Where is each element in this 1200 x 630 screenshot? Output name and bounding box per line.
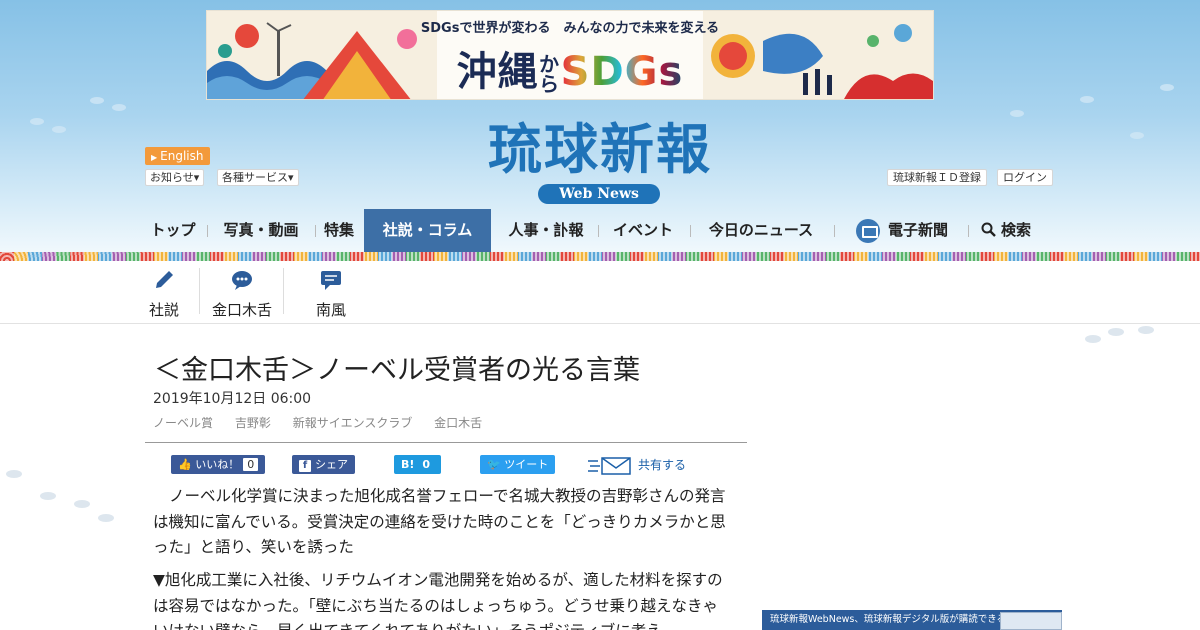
notice-dropdown[interactable]: お知らせ▾: [145, 169, 205, 186]
subnav-separator: [283, 268, 284, 314]
fish-decoration: [1010, 110, 1024, 117]
decorative-pattern-strip: [0, 252, 1200, 261]
nav-separator: [207, 225, 208, 237]
mail-share-link[interactable]: 共有する: [588, 454, 686, 476]
hatena-bookmark-button[interactable]: B! 0: [394, 455, 442, 474]
sdgs-banner-ad[interactable]: SDGsで世界が変わる みんなの力で未来を変える 沖縄からSDGs: [206, 10, 934, 100]
like-count: 0: [243, 458, 259, 471]
mail-share-label: 共有する: [638, 458, 687, 472]
pen-icon: [156, 271, 173, 288]
english-link[interactable]: ▶ English: [145, 147, 210, 165]
fish-decoration: [52, 126, 66, 133]
banner-title: 沖縄からSDGs: [207, 39, 933, 97]
subnav-kinkou-mokuzetsu-label: 金口木舌: [211, 301, 272, 319]
site-logo[interactable]: 琉球新報: [450, 118, 750, 180]
search-icon: [981, 222, 996, 237]
subnav-nanpu[interactable]: 南風: [311, 268, 351, 319]
banner-tagline: SDGsで世界が変わる みんなの力で未来を変える: [420, 21, 720, 36]
side-ad-banner[interactable]: 琉球新報WebNews、琉球新報デジタル版が購読できる: [762, 610, 1062, 630]
facebook-share-button[interactable]: f シェア: [292, 455, 355, 474]
nav-editorial-column[interactable]: 社説・コラム: [364, 209, 491, 252]
tag-link[interactable]: 金口木舌: [434, 416, 482, 430]
message-icon: [321, 271, 341, 290]
tweet-button[interactable]: 🐦 ツイート: [480, 455, 556, 474]
banner-title-sdgs: SDGs: [560, 49, 684, 95]
tag-link[interactable]: ノーベル賞: [153, 416, 213, 430]
nav-special[interactable]: 特集: [321, 209, 357, 252]
hatena-label: B!: [401, 458, 415, 471]
article-paragraph: ▼旭化成工業に入社後、リチウムイオン電池開発を始めるが、適した材料を探すのは容易…: [153, 571, 723, 630]
article-date: 2019年10月12日 06:00: [153, 391, 312, 407]
site-logo-sub[interactable]: Web News: [538, 184, 660, 204]
fish-decoration: [30, 118, 44, 125]
nav-separator: [968, 225, 969, 237]
side-ad-thumbnail: [1000, 612, 1062, 630]
envelope-icon: [588, 456, 631, 475]
nav-separator: [598, 225, 599, 237]
play-triangle-icon: ▶: [151, 153, 158, 162]
tweet-label: ツイート: [504, 458, 549, 471]
fish-decoration: [1080, 96, 1094, 103]
fish-decoration: [6, 470, 22, 478]
fish-decoration: [1160, 84, 1174, 91]
side-ad-text: 琉球新報WebNews、琉球新報デジタル版が購読できる: [770, 614, 1007, 625]
nav-events[interactable]: イベント: [607, 209, 679, 252]
subnav-editorial-label: 社説: [148, 301, 179, 319]
fish-decoration: [90, 97, 104, 104]
subnav-nanpu-label: 南風: [315, 301, 346, 319]
article-tags: ノーベル賞 吉野彰 新報サイエンスクラブ 金口木舌: [153, 414, 500, 431]
like-label: いいね！: [195, 458, 240, 471]
fish-decoration: [1138, 326, 1154, 334]
fish-decoration: [1130, 132, 1144, 139]
tag-link[interactable]: 新報サイエンスクラブ: [293, 416, 413, 430]
nav-todays-news[interactable]: 今日のニュース: [705, 209, 817, 252]
fish-decoration: [40, 492, 56, 500]
fish-decoration: [1108, 328, 1124, 336]
services-dropdown[interactable]: 各種サービス▾: [217, 169, 299, 186]
nav-search-label: 検索: [1000, 221, 1031, 239]
e-newspaper-icon: [855, 218, 880, 243]
nav-search[interactable]: 検索: [978, 209, 1034, 252]
nav-e-newspaper[interactable]: 電子新聞: [852, 209, 952, 252]
nav-separator: [690, 225, 691, 237]
thumbs-up-icon: 👍: [178, 458, 192, 471]
subnav-kinkou-mokuzetsu[interactable]: 金口木舌: [209, 268, 275, 319]
fish-decoration: [1085, 335, 1101, 343]
english-label: English: [160, 149, 204, 163]
id-register-button[interactable]: 琉球新報ＩＤ登録: [887, 169, 987, 186]
subnav-separator: [199, 268, 200, 314]
tag-link[interactable]: 吉野彰: [235, 416, 271, 430]
facebook-share-label: シェア: [315, 458, 348, 471]
article-divider: [145, 442, 747, 443]
subnav-divider: [0, 323, 1200, 324]
article-paragraph: ノーベル化学賞に決まった旭化成名誉フェローで名城大教授の吉野彰さんの発言は機知に…: [153, 487, 726, 556]
nav-separator: [315, 225, 316, 237]
banner-title-kara: から: [539, 52, 561, 96]
facebook-like-button[interactable]: 👍 いいね！ 0: [171, 455, 266, 474]
login-button[interactable]: ログイン: [997, 169, 1053, 186]
speech-bubble-icon: [232, 271, 252, 290]
hatena-count: 0: [422, 458, 431, 471]
facebook-icon: f: [299, 460, 311, 472]
fish-decoration: [74, 500, 90, 508]
nav-photo-video[interactable]: 写真・動画: [215, 209, 307, 252]
main-nav: トップ 写真・動画 特集 社説・コラム 人事・訃報 イベント 今日のニュース 電…: [145, 209, 1055, 252]
nav-e-newspaper-label: 電子新聞: [887, 221, 948, 239]
fish-decoration: [112, 104, 126, 111]
fish-decoration: [98, 514, 114, 522]
subnav-editorial[interactable]: 社説: [145, 268, 183, 319]
article-title: ＜金口木舌＞ノーベル受賞者の光る言葉: [154, 355, 640, 386]
banner-title-okinawa: 沖縄: [456, 49, 539, 95]
nav-personnel-obituary[interactable]: 人事・訃報: [501, 209, 591, 252]
nav-separator: [834, 225, 835, 237]
nav-top[interactable]: トップ: [145, 209, 201, 252]
twitter-bird-icon: 🐦: [487, 458, 501, 471]
